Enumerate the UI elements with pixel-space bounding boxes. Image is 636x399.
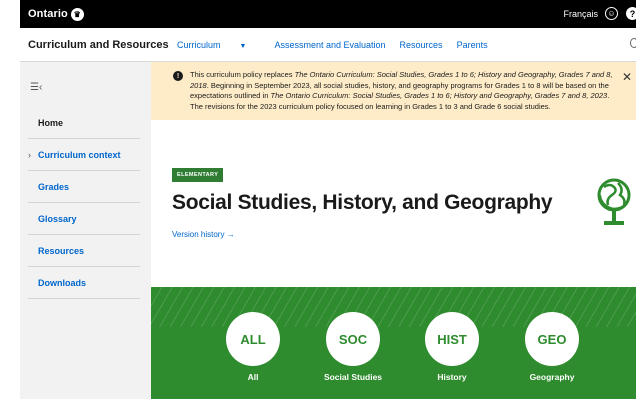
- main-content: ! This curriculum policy replaces The On…: [151, 62, 636, 399]
- close-icon[interactable]: ✕: [622, 70, 632, 84]
- site-navigation: Curriculum and Resources Curriculum ▼ Ass…: [20, 28, 636, 62]
- nav-resources[interactable]: Resources: [400, 40, 443, 50]
- sidebar-item-resources[interactable]: Resources: [28, 235, 140, 267]
- ontario-logo-text: Ontario: [28, 8, 68, 20]
- ontario-logo[interactable]: Ontario ♛: [28, 7, 84, 21]
- trillium-icon: ♛: [70, 7, 84, 21]
- chevron-right-icon: ›: [28, 149, 31, 160]
- subject-label: History: [437, 372, 467, 382]
- subject-geography[interactable]: GEO Geography: [522, 312, 582, 382]
- nav-assessment[interactable]: Assessment and Evaluation: [274, 40, 385, 50]
- sidebar: ☰‹ Home › Curriculum context Grades Glos…: [20, 62, 151, 399]
- subject-label: All: [247, 372, 259, 382]
- nav-curriculum-label: Curriculum: [177, 39, 221, 50]
- subject-all[interactable]: ALL All: [223, 312, 283, 382]
- nav-parents[interactable]: Parents: [457, 40, 488, 50]
- version-history-link[interactable]: Version history →: [172, 230, 235, 239]
- sidebar-item-curriculum-context[interactable]: › Curriculum context: [28, 139, 140, 171]
- subject-circle: ALL: [226, 312, 280, 366]
- subject-band: ALL All SOC Social Studies HIST History …: [151, 287, 636, 399]
- subject-circle: SOC: [326, 312, 380, 366]
- nav-curriculum[interactable]: Curriculum ▼: [177, 40, 260, 50]
- sidebar-item-glossary[interactable]: Glossary: [28, 203, 140, 235]
- site-title[interactable]: Curriculum and Resources: [20, 39, 177, 51]
- elementary-badge: ELEMENTARY: [172, 168, 224, 182]
- globe-icon: [597, 178, 631, 225]
- sidebar-item-label: Curriculum context: [38, 149, 121, 160]
- policy-alert: ! This curriculum policy replaces The On…: [151, 62, 636, 120]
- ontario-header: Ontario ♛ Français ☺ ?: [20, 0, 636, 28]
- sidebar-item-downloads[interactable]: Downloads: [28, 267, 140, 299]
- page-title: Social Studies, History, and Geography: [172, 191, 553, 214]
- nav-links: Curriculum ▼ Assessment and Evaluation Re…: [177, 40, 502, 50]
- subject-label: Geography: [529, 372, 575, 382]
- subject-circle: GEO: [525, 312, 579, 366]
- page: Ontario ♛ Français ☺ ? Curriculum and Re…: [0, 0, 636, 399]
- subject-social-studies[interactable]: SOC Social Studies: [323, 312, 383, 382]
- subject-label: Social Studies: [323, 372, 383, 382]
- subject-circle: HIST: [425, 312, 479, 366]
- alert-text-part: This curriculum policy replaces: [190, 70, 295, 79]
- sidebar-item-label: Resources: [38, 245, 85, 256]
- collapse-menu-icon[interactable]: ☰‹: [30, 82, 42, 93]
- alert-icon: !: [173, 71, 183, 81]
- alert-text-italic: The Ontario Curriculum: Social Studies, …: [270, 91, 608, 100]
- sidebar-item-home[interactable]: Home: [28, 107, 140, 139]
- sidebar-item-grades[interactable]: Grades: [28, 171, 140, 203]
- account-icon[interactable]: ☺: [605, 7, 618, 20]
- chevron-down-icon: ▼: [239, 42, 247, 50]
- alert-text: This curriculum policy replaces The Onta…: [190, 70, 620, 112]
- subject-history[interactable]: HIST History: [422, 312, 482, 382]
- language-toggle[interactable]: Français: [563, 9, 598, 19]
- left-gutter: [0, 0, 20, 399]
- sidebar-item-label: Home: [38, 117, 64, 128]
- sidebar-item-label: Glossary: [38, 213, 77, 224]
- sidebar-item-label: Grades: [38, 181, 70, 192]
- sidebar-list: Home › Curriculum context Grades Glossar…: [28, 107, 140, 299]
- search-icon[interactable]: [630, 38, 636, 48]
- help-icon[interactable]: ?: [626, 7, 636, 20]
- sidebar-item-label: Downloads: [38, 277, 87, 288]
